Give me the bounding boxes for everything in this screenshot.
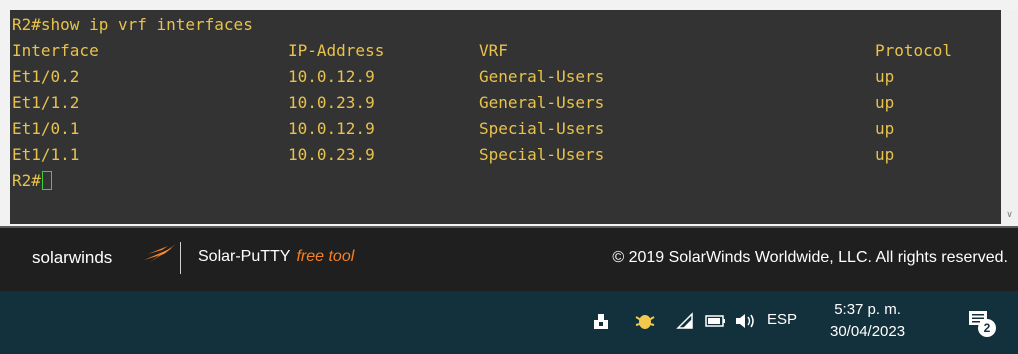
usb-eject-icon[interactable] (590, 311, 612, 333)
product-label: Solar-PuTTY (198, 248, 291, 265)
command-line: R2#show ip vrf interfaces (12, 15, 253, 34)
notification-badge: 2 (978, 319, 996, 337)
cell-ip-address: 10.0.12.9 (288, 119, 375, 138)
cell-vrf: General-Users (479, 93, 605, 112)
cell-interface: Et1/1.2 (12, 93, 80, 112)
language-indicator[interactable]: ESP (767, 311, 797, 328)
cell-interface: Et1/0.1 (12, 119, 80, 138)
notification-center-icon[interactable]: 2 (968, 309, 996, 337)
cell-ip-address: 10.0.23.9 (288, 93, 375, 112)
header-ip-address: IP-Address (288, 41, 385, 60)
vertical-scrollbar[interactable]: ∨ (1001, 10, 1018, 224)
cell-ip-address: 10.0.12.9 (288, 67, 375, 86)
table-row: Et1/1.1 10.0.23.9 Special-Users up (12, 142, 894, 168)
header-protocol: Protocol (875, 41, 953, 60)
footer-divider (180, 242, 181, 274)
free-tool-label: free tool (296, 248, 355, 265)
clock-date: 30/04/2023 (830, 323, 906, 340)
scroll-down-arrow-icon[interactable]: ∨ (1001, 210, 1018, 220)
cell-vrf: Special-Users (479, 145, 605, 164)
table-row: Et1/1.2 10.0.23.9 General-Users up (12, 90, 894, 116)
solarwinds-flame-icon (144, 244, 176, 262)
cell-ip-address: 10.0.23.9 (288, 145, 375, 164)
product-name: Solar-PuTTY free tool (198, 248, 354, 266)
cell-vrf: Special-Users (479, 119, 605, 138)
table-row: Et1/0.2 10.0.12.9 General-Users up (12, 64, 894, 90)
system-clock[interactable]: 5:37 p. m. 30/04/2023 (830, 299, 905, 343)
cell-protocol: up (875, 119, 895, 138)
cell-interface: Et1/1.1 (12, 145, 80, 164)
cell-protocol: up (875, 145, 895, 164)
header-vrf: VRF (479, 41, 508, 60)
solarwinds-logo: solarwinds (32, 248, 113, 267)
cell-vrf: General-Users (479, 67, 605, 86)
footer-separator (0, 226, 1018, 228)
copyright-text: © 2019 SolarWinds Worldwide, LLC. All ri… (612, 249, 1008, 266)
bug-app-icon[interactable] (634, 311, 656, 333)
windows-taskbar: ESP 5:37 p. m. 30/04/2023 2 (0, 291, 1018, 354)
clock-time: 5:37 p. m. (834, 301, 901, 318)
table-header: Interface IP-Address VRF Protocol (12, 38, 952, 64)
volume-icon[interactable] (734, 311, 756, 333)
cell-protocol: up (875, 93, 895, 112)
cell-interface: Et1/0.2 (12, 67, 80, 86)
terminal-output[interactable]: R2#show ip vrf interfaces Interface IP-A… (10, 10, 1001, 224)
header-interface: Interface (12, 41, 99, 60)
table-row: Et1/0.1 10.0.12.9 Special-Users up (12, 116, 894, 142)
wifi-icon[interactable] (674, 311, 696, 333)
cell-protocol: up (875, 67, 895, 86)
solar-putty-footer: solarwinds Solar-PuTTY free tool © 2019 S… (0, 226, 1018, 291)
battery-icon[interactable] (704, 311, 726, 333)
